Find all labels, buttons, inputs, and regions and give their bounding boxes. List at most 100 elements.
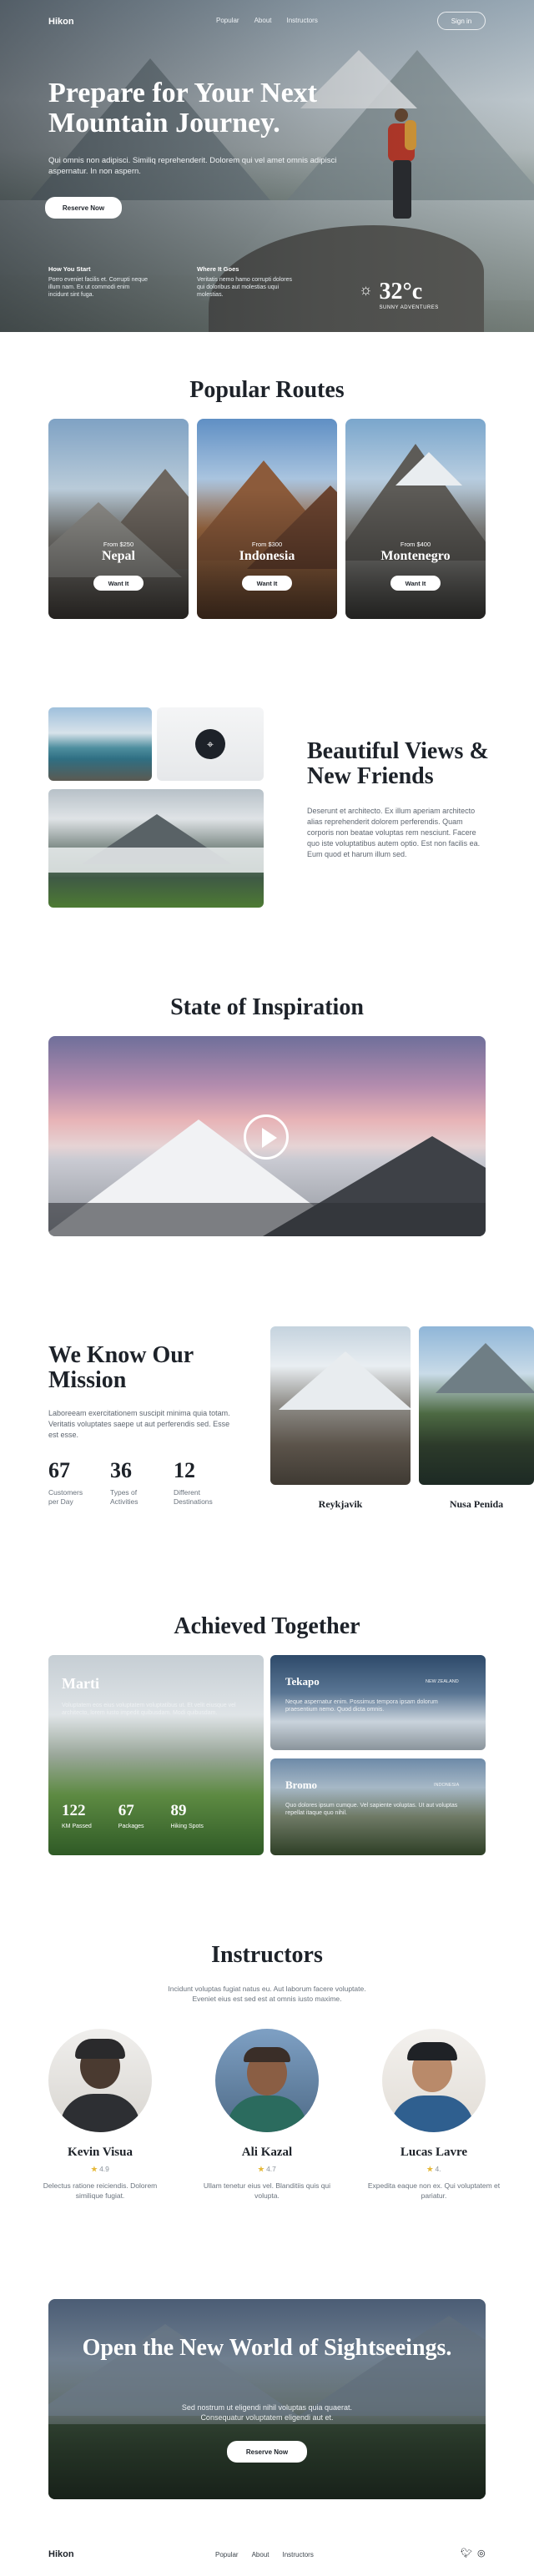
achievement-text: Quo dolores ipsum cumque. Vel sapiente v…: [285, 1803, 458, 1816]
nav-logo[interactable]: Hikon: [48, 17, 74, 27]
route-name: Montenegro: [380, 549, 451, 563]
footer-link-about[interactable]: About: [252, 2551, 270, 2558]
stat-label: Hiking Spots: [170, 1824, 204, 1829]
location-image: ⌖: [157, 707, 264, 781]
stat-value: 122: [62, 1802, 86, 1819]
stat-customers: 67 Customers per Day: [48, 1458, 90, 1507]
stat-activities: 36 Types of Activities: [110, 1458, 152, 1507]
destination-card-reykjavik[interactable]: [270, 1326, 411, 1485]
achievement-badge: NEW ZEALAND: [426, 1679, 459, 1684]
avatar: [382, 2029, 486, 2132]
views-text: Deserunt et architecto. Ex illum aperiam…: [307, 807, 481, 858]
stat-label: Types of Activities: [110, 1488, 139, 1506]
stat-label: Packages: [118, 1824, 144, 1829]
weather-widget: ☼ 32°c SUNNY ADVENTURES: [359, 279, 439, 311]
instructor-name: Kevin Visua: [68, 2146, 133, 2159]
hero-column-text: Porro eveniet facilis et. Corrupti neque…: [48, 277, 149, 298]
hero-title: Prepare for Your Next Mountain Journey.: [48, 78, 317, 138]
achievement-card-marti[interactable]: Marti Voluptatem eos eius voluptatem vol…: [48, 1655, 264, 1855]
footer-link-popular[interactable]: Popular: [215, 2551, 239, 2558]
hero-column-goes: Where It Goes Veritatis nemo hamo corrup…: [197, 265, 297, 299]
stat-label: KM Passed: [62, 1824, 92, 1829]
footer-links: Popular About Instructors: [215, 2551, 314, 2558]
hero-subtitle: Qui omnis non adipisci. Similiq reprehen…: [48, 156, 337, 176]
instructor-name: Lucas Lavre: [400, 2146, 468, 2159]
instagram-icon[interactable]: ◎: [477, 2548, 486, 2558]
instructor-description: Expedita eaque non ex. Qui voluptatem et…: [367, 2181, 501, 2200]
destination-name: Nusa Penida: [449, 1498, 504, 1510]
stat-value: 89: [170, 1802, 187, 1819]
route-card-nepal[interactable]: From $250 Nepal Want It: [48, 419, 189, 619]
cta-banner: Open the New World of Sightseeings. Sed …: [48, 2299, 486, 2499]
nav-link-instructors[interactable]: Instructors: [286, 17, 317, 24]
star-icon: ★: [91, 2165, 98, 2173]
instructor-card-ali[interactable]: Ali Kazal ★ 4.7 Ullam tenetur eius vel. …: [197, 2029, 337, 2201]
instructors-title: Instructors: [211, 1942, 323, 1968]
route-price: From $300: [251, 541, 283, 548]
achievement-name: Marti: [62, 1675, 99, 1692]
nav-links: Popular About Instructors: [216, 17, 318, 24]
cta-reserve-button[interactable]: Reserve Now: [227, 2441, 307, 2463]
weather-temperature: 32°c: [379, 279, 423, 304]
footer-link-instructors[interactable]: Instructors: [282, 2551, 313, 2558]
destination-name: Reykjavik: [318, 1498, 363, 1510]
stat-destinations: 12 Different Destinations: [174, 1458, 224, 1507]
want-it-button[interactable]: Want It: [93, 576, 144, 591]
star-icon: ★: [426, 2165, 434, 2173]
play-button[interactable]: [244, 1114, 289, 1160]
achieved-title: Achieved Together: [174, 1613, 360, 1639]
cta-subtitle: Sed nostrum ut eligendi nihil voluptas q…: [181, 2403, 353, 2422]
destination-card-nusa-penida[interactable]: [419, 1326, 534, 1485]
achievement-stats: 122 KM Passed 67 Packages 89 Hiking Spots: [62, 1802, 204, 1829]
stat-value: 67: [118, 1802, 134, 1819]
route-name: Nepal: [102, 549, 135, 563]
achievement-name: Bromo: [285, 1779, 318, 1791]
inspiration-title: State of Inspiration: [170, 994, 364, 1020]
footer-logo[interactable]: Hikon: [48, 2549, 74, 2559]
avatar: [48, 2029, 152, 2132]
hero-column-heading: How You Start: [48, 265, 91, 273]
location-pin-icon: ⌖: [195, 729, 225, 759]
hero-reserve-button[interactable]: Reserve Now: [45, 197, 122, 219]
lake-image: [48, 707, 152, 781]
video-player[interactable]: [48, 1036, 486, 1236]
signin-button[interactable]: Sign in: [437, 12, 486, 30]
instructors-subtitle: Incidunt voluptas fugiat natus eu. Aut l…: [168, 1985, 366, 2003]
want-it-button[interactable]: Want It: [390, 576, 441, 591]
stat-value: 12: [174, 1458, 195, 1482]
achievement-card-bromo[interactable]: Bromo INDONESIA Quo dolores ipsum cumque…: [270, 1758, 486, 1855]
achievement-card-tekapo[interactable]: Tekapo NEW ZEALAND Neque aspernatur enim…: [270, 1655, 486, 1750]
nav-link-about[interactable]: About: [254, 17, 272, 24]
mission-title: We Know Our Mission: [48, 1342, 194, 1393]
valley-clouds-image: [48, 789, 264, 908]
route-card-montenegro[interactable]: From $400 Montenegro Want It: [345, 419, 486, 619]
sun-icon: ☼: [359, 281, 373, 298]
achievement-badge: INDONESIA: [434, 1783, 460, 1788]
hero-column-heading: Where It Goes: [197, 265, 239, 273]
views-title: Beautiful Views & New Friends: [307, 738, 489, 789]
play-icon: [262, 1128, 277, 1148]
instructor-rating: ★ 4.9: [91, 2165, 109, 2173]
weather-caption: SUNNY ADVENTURES: [379, 305, 439, 310]
avatar: [215, 2029, 319, 2132]
routes-title: Popular Routes: [189, 377, 345, 403]
instructor-name: Ali Kazal: [241, 2146, 293, 2159]
stat-label: Customers per Day: [48, 1488, 83, 1506]
instructor-description: Delectus ratione reiciendis. Dolorem sim…: [43, 2181, 158, 2200]
route-card-indonesia[interactable]: From $300 Indonesia Want It: [197, 419, 337, 619]
achievement-text: Voluptatem eos eius voluptatem voluptati…: [62, 1703, 236, 1716]
want-it-button[interactable]: Want It: [242, 576, 292, 591]
stat-value: 36: [110, 1458, 132, 1482]
route-price: From $250: [103, 541, 134, 548]
nav-link-popular[interactable]: Popular: [216, 17, 239, 24]
star-icon: ★: [258, 2165, 264, 2173]
instructor-rating: ★ 4.: [426, 2165, 441, 2173]
hero-column-text: Veritatis nemo hamo corrupti dolores qui…: [197, 277, 292, 298]
twitter-icon[interactable]: 🐦︎: [461, 2548, 472, 2558]
stat-label: Different Destinations: [174, 1488, 213, 1506]
instructor-card-kevin[interactable]: Kevin Visua ★ 4.9 Delectus ratione reici…: [30, 2029, 170, 2201]
route-price: From $400: [400, 541, 431, 548]
instructor-card-lucas[interactable]: Lucas Lavre ★ 4. Expedita eaque non ex. …: [364, 2029, 504, 2201]
instructor-description: Ullam tenetur eius vel. Blanditiis quis …: [203, 2181, 331, 2200]
route-name: Indonesia: [239, 549, 295, 563]
